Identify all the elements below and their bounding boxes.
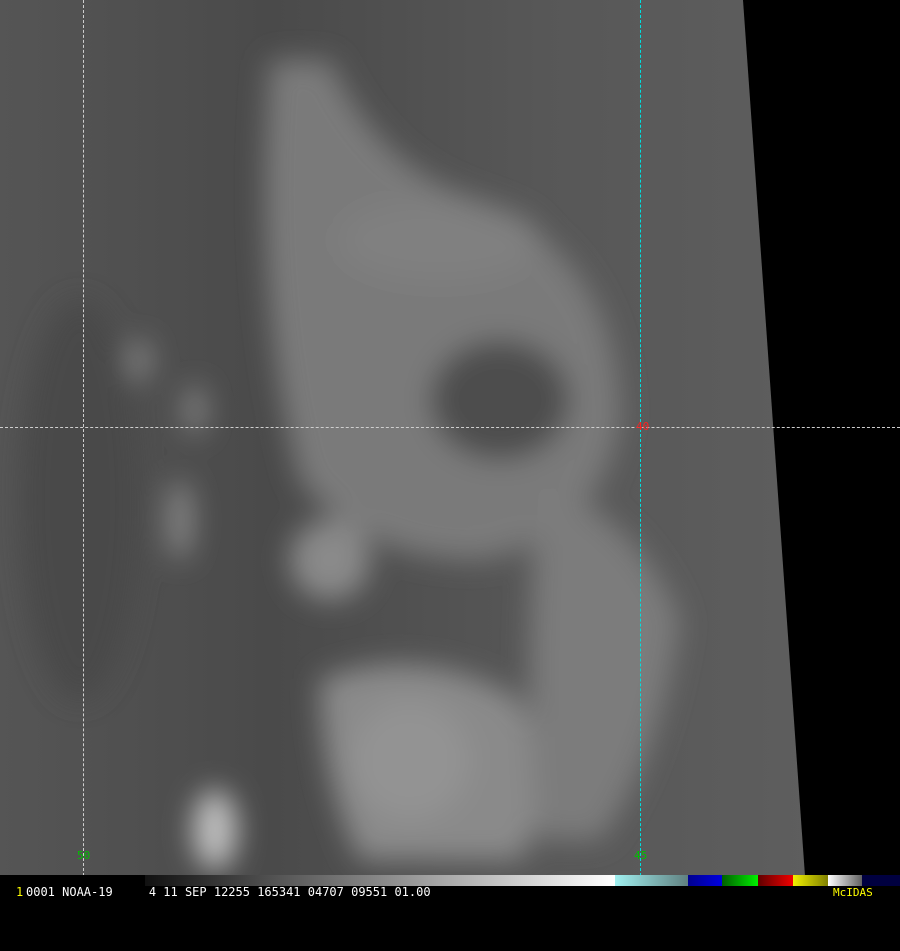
satellite-image-view: 50 45 40 1 0001 NOAA-19 4 11 SEP 12255 1… <box>0 0 900 900</box>
longitude-line-50 <box>83 0 84 876</box>
status-footer: 1 0001 NOAA-19 4 11 SEP 12255 165341 047… <box>0 886 900 900</box>
longitude-label-east: 45 <box>634 849 648 862</box>
frame-number: 1 <box>16 885 24 899</box>
latitude-line-40 <box>0 427 900 428</box>
image-info: 0001 NOAA-19 4 11 SEP 12255 165341 04707… <box>26 885 431 899</box>
latitude-label: 40 <box>636 420 650 433</box>
longitude-label-west: 50 <box>77 849 91 862</box>
mcidas-brand: McIDAS <box>833 886 873 899</box>
longitude-line-45 <box>640 0 641 876</box>
satellite-imagery <box>0 0 900 876</box>
